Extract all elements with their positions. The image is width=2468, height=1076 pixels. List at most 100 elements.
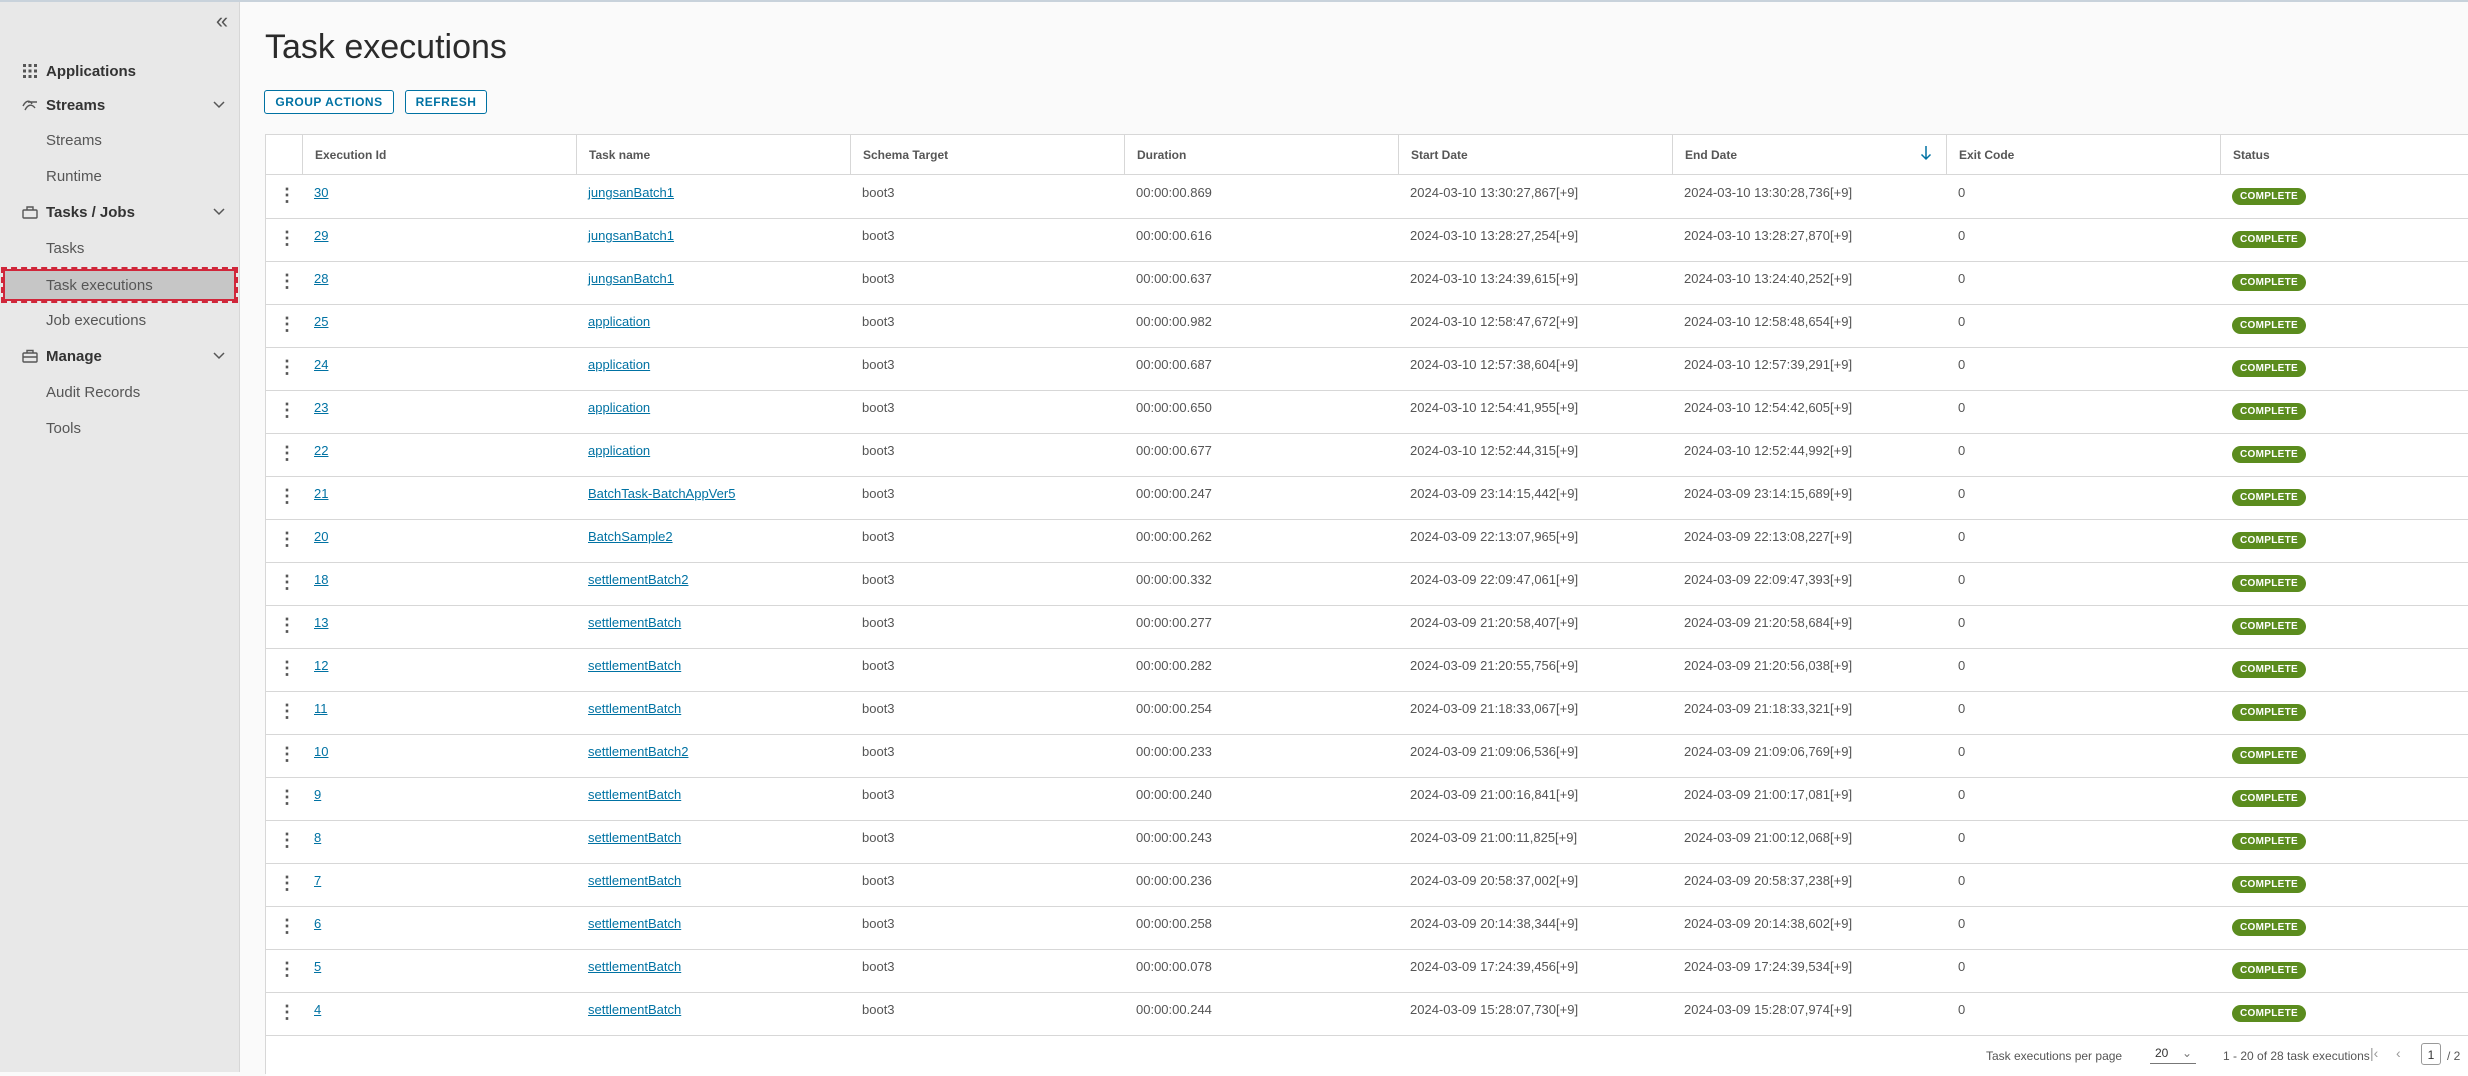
row-actions-icon[interactable]: ⋮: [278, 958, 296, 982]
table-cell: 12: [302, 648, 576, 691]
task-name-link[interactable]: settlementBatch: [588, 658, 681, 673]
header-end-date[interactable]: End Date: [1672, 135, 1946, 174]
task-name-link[interactable]: jungsanBatch1: [588, 228, 674, 243]
row-actions-icon[interactable]: ⋮: [278, 915, 296, 939]
row-actions-icon[interactable]: ⋮: [278, 399, 296, 423]
page-number-input[interactable]: 1: [2421, 1043, 2441, 1065]
sidebar-item-label: Audit Records: [46, 383, 141, 401]
header-execution-id[interactable]: Execution Id: [302, 135, 576, 174]
task-name-link[interactable]: application: [588, 443, 650, 458]
table-cell: 0: [1946, 605, 2220, 648]
task-name-link[interactable]: settlementBatch2: [588, 744, 688, 759]
row-actions-icon[interactable]: ⋮: [278, 485, 296, 509]
execution-id-link[interactable]: 18: [314, 572, 328, 587]
row-actions-icon[interactable]: ⋮: [278, 872, 296, 896]
task-name-link[interactable]: application: [588, 400, 650, 415]
execution-id-link[interactable]: 21: [314, 486, 328, 501]
table-cell: settlementBatch: [576, 820, 850, 863]
refresh-button[interactable]: REFRESH: [405, 90, 487, 114]
header-task-name[interactable]: Task name: [576, 135, 850, 174]
execution-id-link[interactable]: 25: [314, 314, 328, 329]
layers-icon: [22, 204, 38, 220]
row-actions-icon[interactable]: ⋮: [278, 184, 296, 208]
task-name-link[interactable]: settlementBatch: [588, 873, 681, 888]
header-status[interactable]: Status: [2220, 135, 2468, 174]
execution-id-link[interactable]: 10: [314, 744, 328, 759]
row-actions-icon[interactable]: ⋮: [278, 700, 296, 724]
sidebar-group-tasks-jobs[interactable]: Tasks / Jobs: [0, 195, 239, 229]
sidebar-item-task-executions[interactable]: Task executions: [1, 267, 238, 303]
task-name-link[interactable]: settlementBatch: [588, 701, 681, 716]
row-actions-icon[interactable]: ⋮: [278, 786, 296, 810]
task-name-link[interactable]: settlementBatch: [588, 1002, 681, 1017]
row-actions-icon[interactable]: ⋮: [278, 313, 296, 337]
execution-id-link[interactable]: 24: [314, 357, 328, 372]
task-name-link[interactable]: settlementBatch: [588, 916, 681, 931]
row-actions-icon[interactable]: ⋮: [278, 528, 296, 552]
execution-id-link[interactable]: 30: [314, 185, 328, 200]
task-name-link[interactable]: settlementBatch2: [588, 572, 688, 587]
header-schema-target[interactable]: Schema Target: [850, 135, 1124, 174]
group-actions-button[interactable]: GROUP ACTIONS: [264, 90, 394, 114]
execution-id-link[interactable]: 12: [314, 658, 328, 673]
first-page-icon[interactable]: |‹: [2370, 1045, 2378, 1061]
sidebar-group-manage[interactable]: Manage: [0, 339, 239, 373]
schema-target-cell: boot3: [862, 701, 895, 716]
header-exit-code[interactable]: Exit Code: [1946, 135, 2220, 174]
task-name-link[interactable]: jungsanBatch1: [588, 271, 674, 286]
header-duration[interactable]: Duration: [1124, 135, 1398, 174]
execution-id-link[interactable]: 29: [314, 228, 328, 243]
row-actions-icon[interactable]: ⋮: [278, 829, 296, 853]
sidebar-item-job-executions[interactable]: Job executions: [0, 303, 239, 337]
table-header: Execution Id Task name Schema Target Dur…: [266, 135, 2468, 175]
table-cell: jungsanBatch1: [576, 261, 850, 304]
row-actions-icon[interactable]: ⋮: [278, 614, 296, 638]
row-actions-icon[interactable]: ⋮: [278, 657, 296, 681]
sort-descending-icon[interactable]: [1920, 145, 1932, 166]
execution-id-link[interactable]: 23: [314, 400, 328, 415]
row-actions-icon[interactable]: ⋮: [278, 1001, 296, 1025]
execution-id-link[interactable]: 7: [314, 873, 321, 888]
previous-page-icon[interactable]: ‹: [2396, 1045, 2401, 1061]
execution-id-link[interactable]: 9: [314, 787, 321, 802]
row-actions-icon[interactable]: ⋮: [278, 356, 296, 380]
task-name-link[interactable]: BatchTask-BatchAppVer5: [588, 486, 735, 501]
table-cell: 20: [302, 519, 576, 562]
execution-id-link[interactable]: 28: [314, 271, 328, 286]
execution-id-link[interactable]: 6: [314, 916, 321, 931]
sidebar-item-applications[interactable]: Applications: [0, 54, 239, 88]
sidebar-item-label: Tools: [46, 419, 82, 437]
row-actions-icon[interactable]: ⋮: [278, 270, 296, 294]
header-start-date[interactable]: Start Date: [1398, 135, 1672, 174]
execution-id-link[interactable]: 11: [314, 701, 328, 716]
sidebar-item-runtime[interactable]: Runtime: [0, 159, 239, 193]
collapse-sidebar-icon[interactable]: «: [212, 10, 232, 32]
sidebar-item-tasks[interactable]: Tasks: [0, 231, 239, 265]
sidebar-item-streams[interactable]: Streams: [0, 123, 239, 157]
execution-id-link[interactable]: 5: [314, 959, 321, 974]
row-actions-icon[interactable]: ⋮: [278, 442, 296, 466]
task-name-link[interactable]: application: [588, 357, 650, 372]
task-name-link[interactable]: settlementBatch: [588, 615, 681, 630]
execution-id-link[interactable]: 8: [314, 830, 321, 845]
execution-id-link[interactable]: 20: [314, 529, 328, 544]
row-actions-icon[interactable]: ⋮: [278, 743, 296, 767]
task-name-link[interactable]: settlementBatch: [588, 959, 681, 974]
schema-target-cell: boot3: [862, 443, 895, 458]
task-name-link[interactable]: jungsanBatch1: [588, 185, 674, 200]
table-cell: 0: [1946, 863, 2220, 906]
table-cell: boot3: [850, 691, 1124, 734]
sidebar-group-streams[interactable]: Streams: [0, 88, 239, 122]
task-name-link[interactable]: settlementBatch: [588, 787, 681, 802]
task-name-link[interactable]: settlementBatch: [588, 830, 681, 845]
execution-id-link[interactable]: 13: [314, 615, 328, 630]
execution-id-link[interactable]: 4: [314, 1002, 321, 1017]
sidebar-item-audit-records[interactable]: Audit Records: [0, 375, 239, 409]
row-actions-icon[interactable]: ⋮: [278, 227, 296, 251]
task-name-link[interactable]: BatchSample2: [588, 529, 673, 544]
task-name-link[interactable]: application: [588, 314, 650, 329]
per-page-select[interactable]: 20 ⌄: [2150, 1046, 2196, 1064]
row-actions-icon[interactable]: ⋮: [278, 571, 296, 595]
sidebar-item-tools[interactable]: Tools: [0, 411, 239, 445]
execution-id-link[interactable]: 22: [314, 443, 328, 458]
